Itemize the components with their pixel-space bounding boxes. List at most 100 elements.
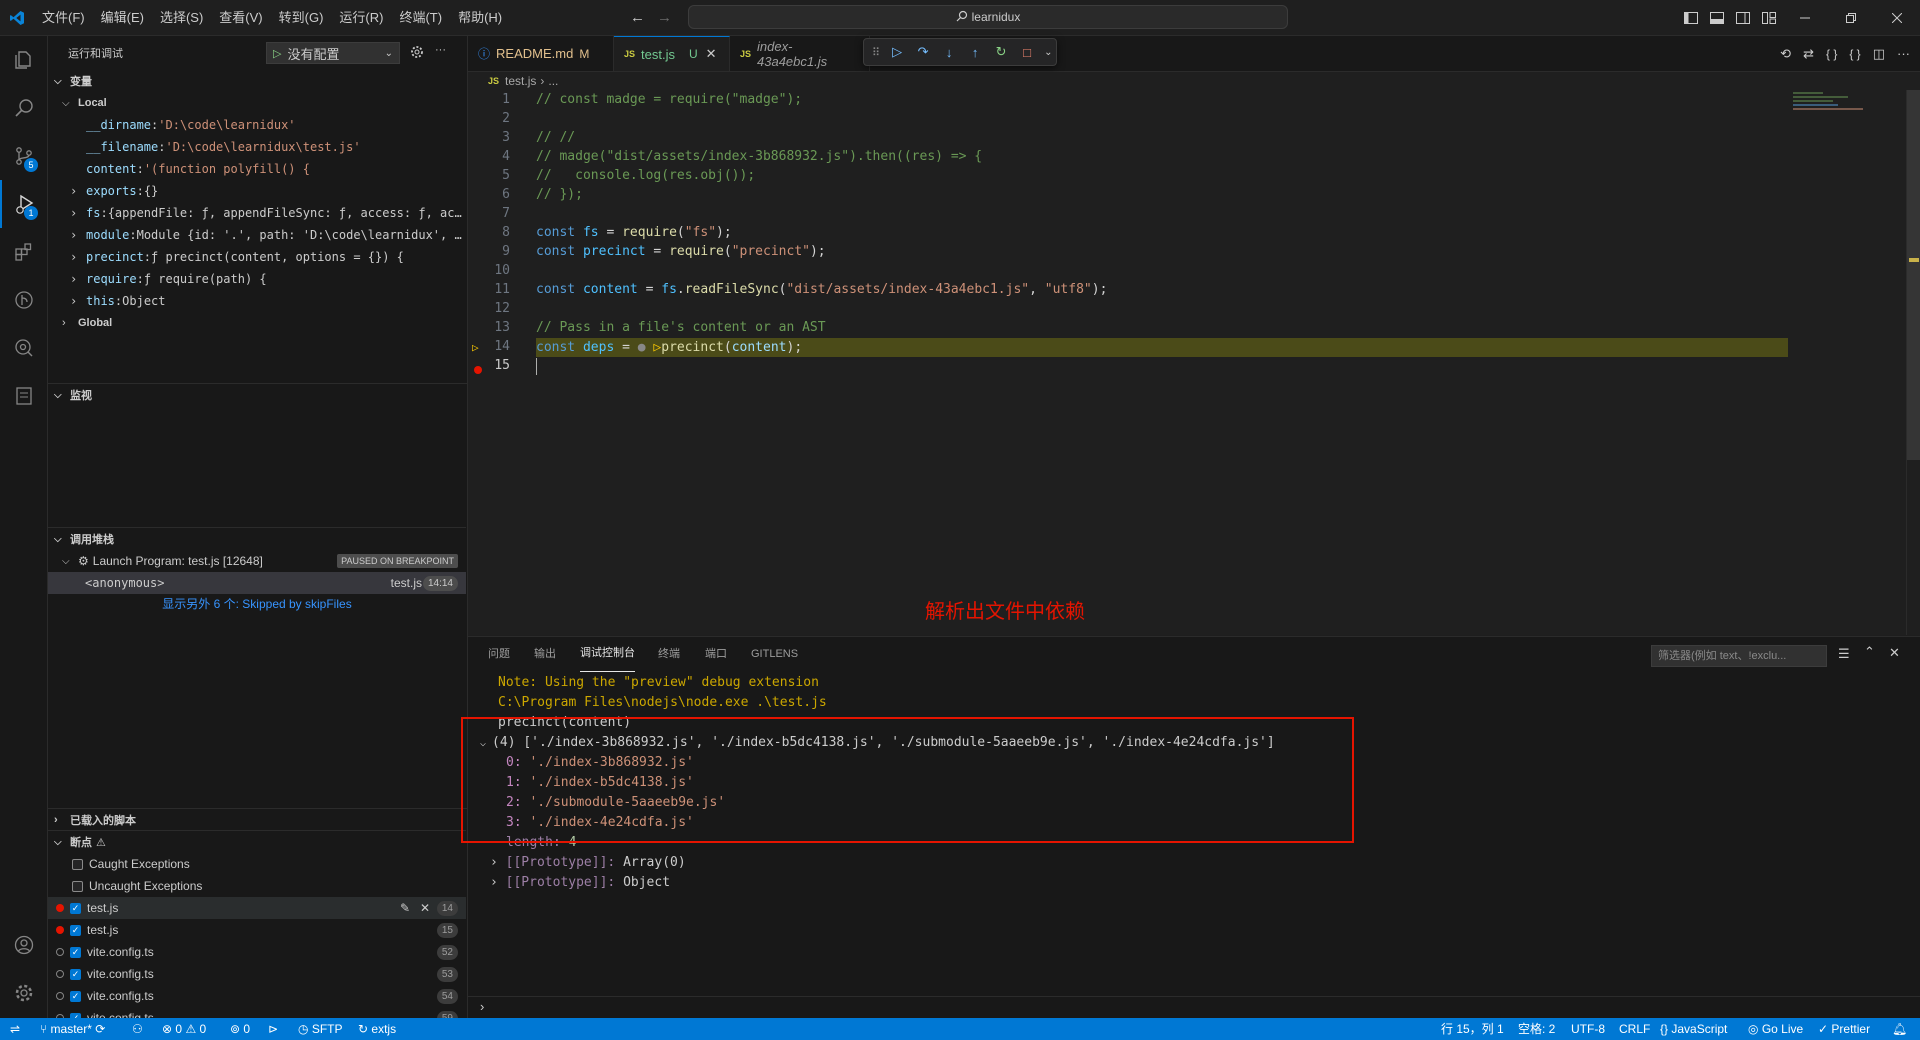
extjs-status[interactable]: ↻ extjs	[358, 1018, 396, 1040]
menu-edit[interactable]: 编辑(E)	[93, 0, 152, 35]
git-graph-icon[interactable]: ⚇	[132, 1018, 143, 1040]
tab-problems[interactable]: 问题	[488, 637, 510, 671]
menu-run[interactable]: 运行(R)	[331, 0, 391, 35]
clear-console-icon[interactable]: ☰	[1838, 646, 1850, 662]
console-input[interactable]: ›	[468, 996, 1920, 1019]
drag-handle-icon[interactable]: ⠿	[872, 46, 880, 59]
cursor-position[interactable]: 行 15，列 1	[1441, 1018, 1504, 1040]
maximize-panel-icon[interactable]: ⌃	[1864, 644, 1875, 660]
variable-item[interactable]: › this: Object	[48, 290, 476, 312]
tab-terminal[interactable]: 终端	[658, 637, 680, 671]
callstack-program[interactable]: ⌵ ⚙ Launch Program: test.js [12648] PAUS…	[48, 550, 466, 572]
minimize-icon[interactable]	[1782, 0, 1828, 35]
debug-status-icon[interactable]: ⊳	[268, 1018, 278, 1040]
tab-gitlens[interactable]: GITLENS	[751, 637, 798, 671]
uncaught-exceptions-item[interactable]: Uncaught Exceptions	[48, 875, 466, 897]
menu-help[interactable]: 帮助(H)	[450, 0, 510, 35]
tab-ports[interactable]: 端口	[705, 637, 727, 671]
inline-breakpoint-icon[interactable]: ●	[638, 340, 646, 355]
tab-output[interactable]: 输出	[534, 637, 556, 671]
run-debug-icon[interactable]: 1	[0, 180, 47, 228]
minimap[interactable]	[1793, 90, 1883, 120]
menu-view[interactable]: 查看(V)	[211, 0, 270, 35]
checkbox[interactable]	[72, 858, 83, 870]
caught-exceptions-item[interactable]: Caught Exceptions	[48, 853, 466, 875]
tab-test-js[interactable]: JS test.js U ✕	[614, 36, 730, 71]
menu-terminal[interactable]: 终端(T)	[391, 0, 450, 35]
menu-go[interactable]: 转到(G)	[271, 0, 332, 35]
global-scope[interactable]: › Global	[48, 312, 467, 334]
variable-item[interactable]: content: '(function polyfill() {	[48, 158, 476, 180]
checkbox[interactable]: ✓	[70, 990, 81, 1002]
launch-config-select[interactable]: ▷ 没有配置 ⌄	[266, 42, 400, 64]
menu-selection[interactable]: 选择(S)	[152, 0, 211, 35]
close-window-icon[interactable]	[1874, 0, 1920, 35]
checkbox[interactable]: ✓	[70, 902, 81, 914]
settings-gear-icon[interactable]	[410, 45, 424, 62]
gitlens-inspect-icon[interactable]	[0, 324, 47, 372]
console-filter-input[interactable]: 筛选器(例如 text、!exclu...	[1651, 645, 1827, 667]
tab-debug-console[interactable]: 调试控制台	[580, 637, 635, 672]
close-tab-icon[interactable]: ✕	[706, 46, 717, 62]
tab-index-js[interactable]: JS index-43a4ebc1.js	[730, 36, 870, 71]
line-ending[interactable]: CRLF	[1619, 1018, 1650, 1040]
encoding[interactable]: UTF-8	[1571, 1018, 1605, 1040]
forward-arrow-icon[interactable]: →	[657, 9, 672, 26]
variable-item[interactable]: › precinct: ƒ precinct(content, options =…	[48, 246, 476, 268]
back-arrow-icon[interactable]: ←	[630, 9, 645, 26]
callstack-section-header[interactable]: ⌵ 调用堆栈	[48, 527, 466, 550]
local-scope[interactable]: ⌵ Local	[48, 92, 467, 114]
checkbox[interactable]	[72, 880, 83, 892]
remove-breakpoint-icon[interactable]: ✕	[420, 901, 430, 915]
menu-file[interactable]: 文件(F)	[34, 0, 93, 35]
console-prototype-row[interactable]: › [[Prototype]]: Array(0)	[490, 853, 686, 873]
explorer-icon[interactable]	[0, 36, 47, 84]
extensions-icon[interactable]	[0, 228, 47, 276]
remote-icon[interactable]: ⇌	[10, 1018, 20, 1040]
breakpoint-item[interactable]: ✓ vite.config.ts 52	[48, 941, 466, 963]
console-prototype-row[interactable]: › [[Prototype]]: Object	[490, 873, 670, 893]
language-mode[interactable]: {} JavaScript	[1660, 1018, 1727, 1040]
toggle-sidebar-icon[interactable]	[1678, 0, 1704, 35]
remote-explorer-icon[interactable]	[0, 372, 47, 420]
command-center-search[interactable]: learnidux	[688, 5, 1288, 29]
search-activity-icon[interactable]	[0, 84, 47, 132]
stop-icon[interactable]: □	[1018, 45, 1036, 60]
breakpoint-item[interactable]: ✓ test.js ✎ ✕ 14	[48, 897, 466, 919]
breakpoints-header[interactable]: ⌵ 断点 ⚠	[48, 830, 466, 853]
editor-scrollbar[interactable]	[1906, 90, 1920, 635]
variable-item[interactable]: › module: Module {id: '.', path: 'D:\code…	[48, 224, 476, 246]
source-control-icon[interactable]: 5	[0, 132, 47, 180]
variable-item[interactable]: __dirname: 'D:\code\learnidux'	[48, 114, 476, 136]
checkbox[interactable]: ✓	[70, 924, 81, 936]
notifications-bell-icon[interactable]: 🔔︎	[1892, 1018, 1907, 1040]
split-editor-icon[interactable]: ◫	[1873, 46, 1885, 62]
sftp-status[interactable]: ◷ SFTP	[298, 1018, 343, 1040]
gitlens-icon[interactable]	[0, 276, 47, 324]
compare-changes-icon[interactable]: ⇄	[1803, 46, 1814, 62]
variables-section-header[interactable]: ⌵ 变量	[48, 70, 467, 92]
ports-status[interactable]: ⊚ 0	[230, 1018, 250, 1040]
loaded-scripts-header[interactable]: › 已载入的脚本	[48, 808, 472, 831]
more-actions-icon[interactable]: ···	[1897, 46, 1910, 61]
variable-item[interactable]: › require: ƒ require(path) {	[48, 268, 476, 290]
edit-breakpoint-icon[interactable]: ✎	[400, 901, 410, 915]
braces-alt-icon[interactable]: { }	[1849, 47, 1860, 61]
checkbox[interactable]: ✓	[70, 968, 81, 980]
code-editor[interactable]: 1 2 3 4 5 6 7 8 9 10 11 12 13 14 15 ▷ // const madge =…	[468, 90, 1920, 635]
show-more-frames-link[interactable]: 显示另外 6 个: Skipped by skipFiles	[48, 594, 466, 612]
checkbox[interactable]: ✓	[70, 946, 81, 958]
step-over-icon[interactable]: ↷	[914, 44, 932, 60]
manage-gear-icon[interactable]	[0, 969, 47, 1017]
restore-icon[interactable]	[1828, 0, 1874, 35]
toggle-panel-icon[interactable]	[1704, 0, 1730, 35]
more-actions-icon[interactable]: ···	[435, 44, 446, 56]
breadcrumb-symbol[interactable]: ...	[548, 74, 558, 88]
go-live-status[interactable]: ◎ Go Live	[1748, 1018, 1803, 1040]
chevron-down-icon[interactable]: ⌄	[1044, 47, 1052, 58]
watch-section-header[interactable]: ⌵ 监视	[48, 383, 472, 406]
problems-status[interactable]: ⊗ 0 ⚠ 0	[162, 1018, 206, 1040]
variable-item[interactable]: › exports: {}	[48, 180, 476, 202]
step-out-icon[interactable]: ↑	[966, 45, 984, 60]
prettier-status[interactable]: ✓ Prettier	[1818, 1018, 1870, 1040]
